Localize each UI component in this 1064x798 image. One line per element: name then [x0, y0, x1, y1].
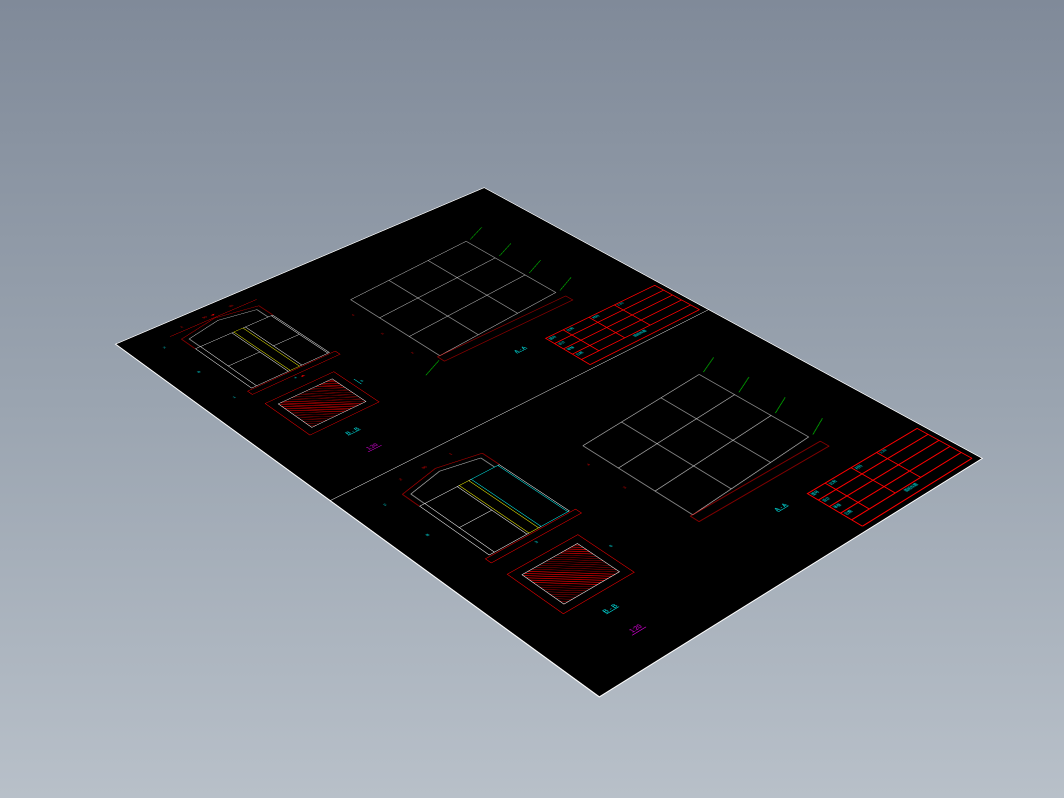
leader-B: B — [197, 371, 202, 374]
tb2-r3c1: 审核 — [829, 496, 858, 513]
dim-top-2b: 90 — [421, 466, 428, 470]
tb2-r2c1: 设计 — [818, 490, 847, 507]
main-body-outline-2 — [419, 464, 570, 555]
tb2-r4c4 — [910, 446, 962, 477]
tb2-h3: 材料 — [851, 453, 887, 474]
aa-label-2: A - A — [773, 503, 789, 513]
aa-label-1: A - A — [513, 346, 528, 354]
scale-label-1: 1:20 — [363, 442, 382, 452]
tb2-h4: 1:20 — [877, 428, 928, 458]
door-right-2 — [471, 465, 569, 527]
bb-dim-6b: 6 — [609, 545, 614, 548]
base-red-2 — [485, 509, 582, 563]
aa-dim-2b: 3 — [622, 486, 627, 489]
bb-dim-6: 6 — [360, 380, 365, 383]
door-left-2 — [424, 486, 527, 552]
mullion-yellow-2 — [459, 480, 539, 533]
bb-label-1: B - B — [344, 427, 361, 436]
section-aa-2: 4 3 — [537, 356, 872, 550]
tb2-r2c3 — [862, 459, 898, 481]
tb2-h1: 图号 — [807, 483, 836, 500]
tb2-h2: 比例 — [825, 468, 862, 490]
tb2-r3c3 — [873, 465, 910, 487]
mid-rail-left-2 — [459, 510, 492, 528]
scale-label-2: 1:20 — [626, 623, 646, 636]
tb2-r4c3 — [884, 471, 921, 493]
bleader-b: B — [425, 533, 430, 536]
dim-top-3b: 1 — [449, 453, 454, 456]
bb-outer-2 — [507, 534, 635, 614]
leader-2: 2 — [163, 346, 167, 349]
dim-top-1b: 2 — [399, 478, 404, 481]
aa-dim-1b: 4 — [586, 463, 591, 466]
tb2-r3c4 — [898, 440, 950, 471]
title-block-2: 图号 比例 材料 1:20 设计 审核 — [806, 428, 972, 527]
tb2-title: 图纸标题 — [852, 452, 973, 526]
leader-2b: 2 — [383, 503, 388, 506]
bb-label-2: B - B — [601, 603, 619, 615]
drawing-sheet[interactable]: 2 90 90 2 B 1 4 6 — [115, 187, 984, 697]
tb2-r4c2 — [858, 487, 895, 509]
section-bb-2: 6 — [507, 534, 645, 621]
tb2-r2c2 — [836, 474, 873, 496]
viewport-3d[interactable]: 2 90 90 2 B 1 4 6 — [0, 0, 1064, 798]
section-aa-1: 4 3 2 — [309, 226, 613, 384]
main-view-2: 2 90 1 2 B 3 — [375, 438, 599, 574]
leader-1: 1 — [232, 396, 237, 399]
tb2-r3c2 — [847, 480, 884, 502]
sheet-half-top: 2 90 90 2 B 1 4 6 — [116, 188, 708, 501]
bleader-3: 3 — [534, 541, 539, 544]
tb2-r4c1: 日期 — [840, 502, 869, 519]
drawing-sheet-wrap: 2 90 90 2 B 1 4 6 — [115, 187, 984, 697]
tb2-r2c4 — [887, 434, 939, 464]
aa-svg-2 — [537, 356, 872, 550]
main-svg-2 — [375, 438, 599, 574]
bb-hatch-2 — [521, 543, 619, 604]
aa-svg — [309, 226, 613, 384]
